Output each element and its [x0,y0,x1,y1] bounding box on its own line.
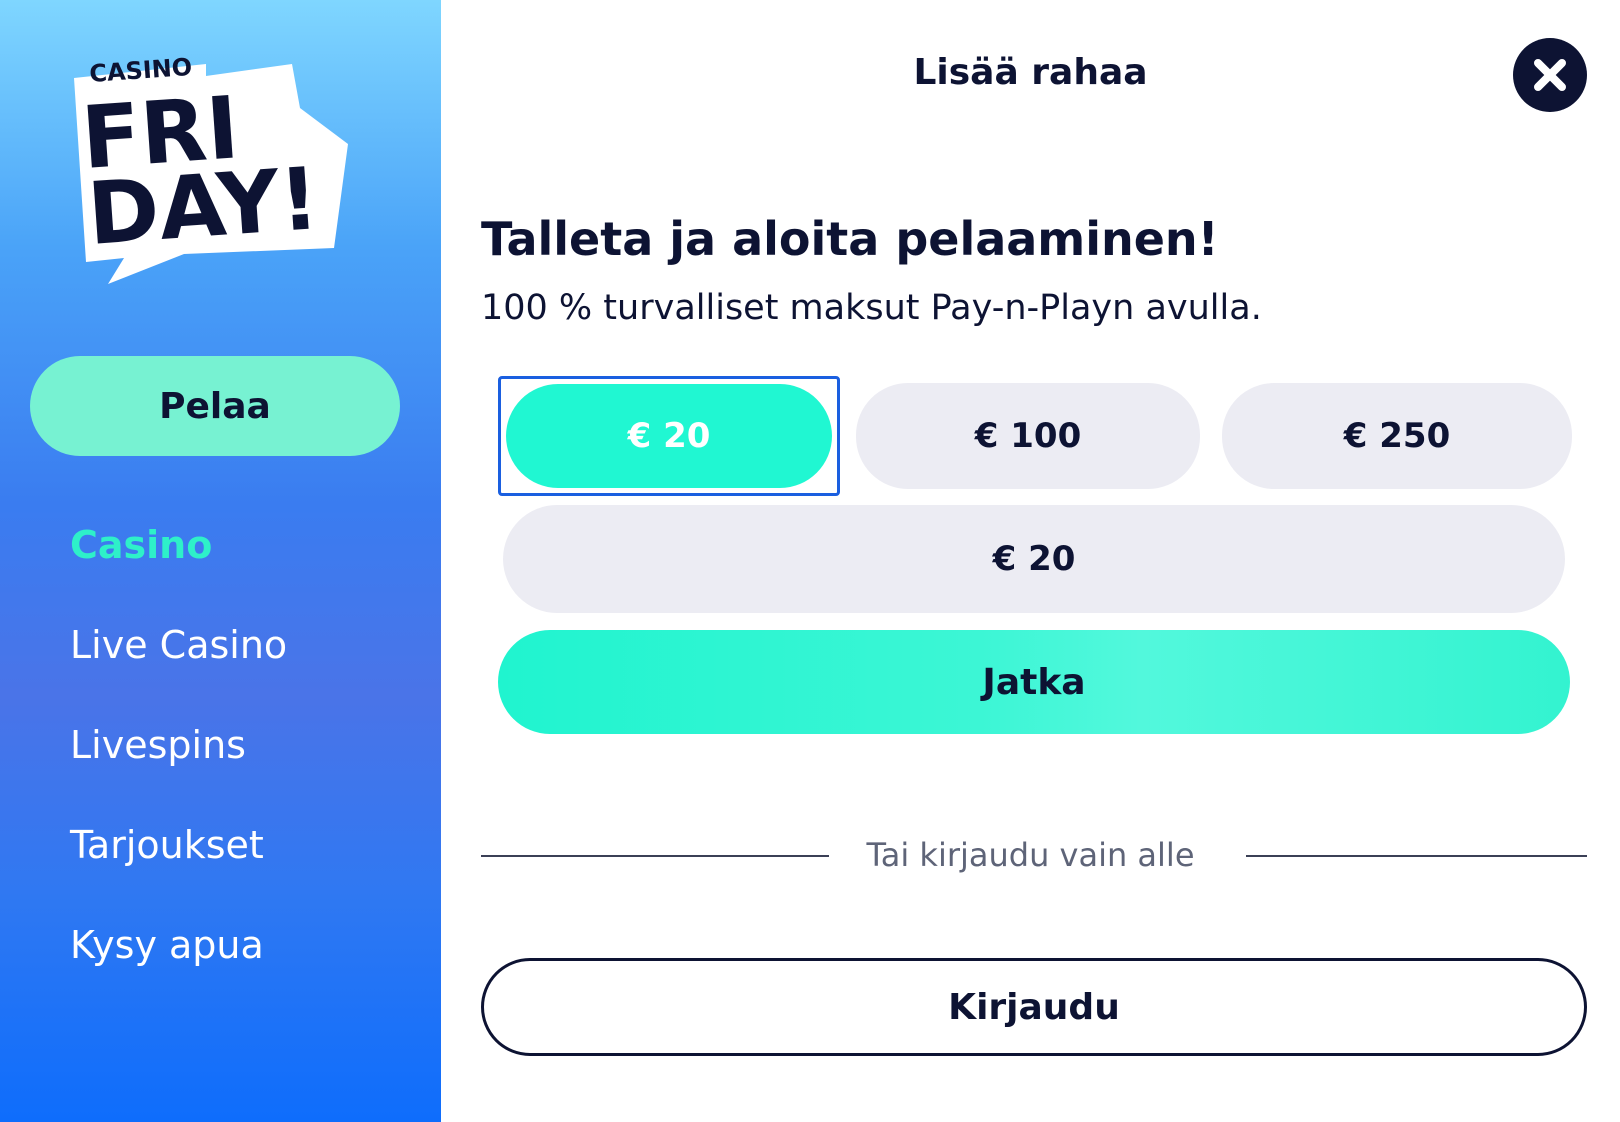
sidebar-item-tarjoukset[interactable]: Tarjoukset [70,820,287,920]
deposit-subheading: 100 % turvalliset maksut Pay-n-Playn avu… [481,288,1262,328]
continue-button[interactable]: Jatka [498,630,1570,734]
amount-input[interactable]: € 20 [503,505,1565,613]
sidebar: CASINO FRI DAY! Pelaa Casino Live Casino… [0,0,441,1122]
sidebar-item-live-casino[interactable]: Live Casino [70,620,287,720]
modal-title: Lisää rahaa [913,52,1148,93]
logo-day-text: DAY! [84,149,322,265]
sidebar-item-kysy-apua[interactable]: Kysy apua [70,920,287,1020]
sidebar-item-livespins[interactable]: Livespins [70,720,287,820]
close-icon [1534,59,1566,91]
login-button[interactable]: Kirjaudu [481,958,1587,1056]
sidebar-item-casino[interactable]: Casino [70,520,287,620]
amount-option-100[interactable]: € 100 [856,383,1200,489]
amount-option-20-label: € 20 [506,384,832,488]
divider-line-right [1246,855,1587,857]
sidebar-nav: Casino Live Casino Livespins Tarjoukset … [70,520,287,1020]
close-button[interactable] [1513,38,1587,112]
amount-option-250[interactable]: € 250 [1222,383,1572,489]
amount-option-20[interactable]: € 20 [498,376,840,496]
casino-friday-logo[interactable]: CASINO FRI DAY! [64,48,364,298]
deposit-heading: Talleta ja aloita pelaaminen! [481,212,1219,266]
play-button[interactable]: Pelaa [30,356,400,456]
